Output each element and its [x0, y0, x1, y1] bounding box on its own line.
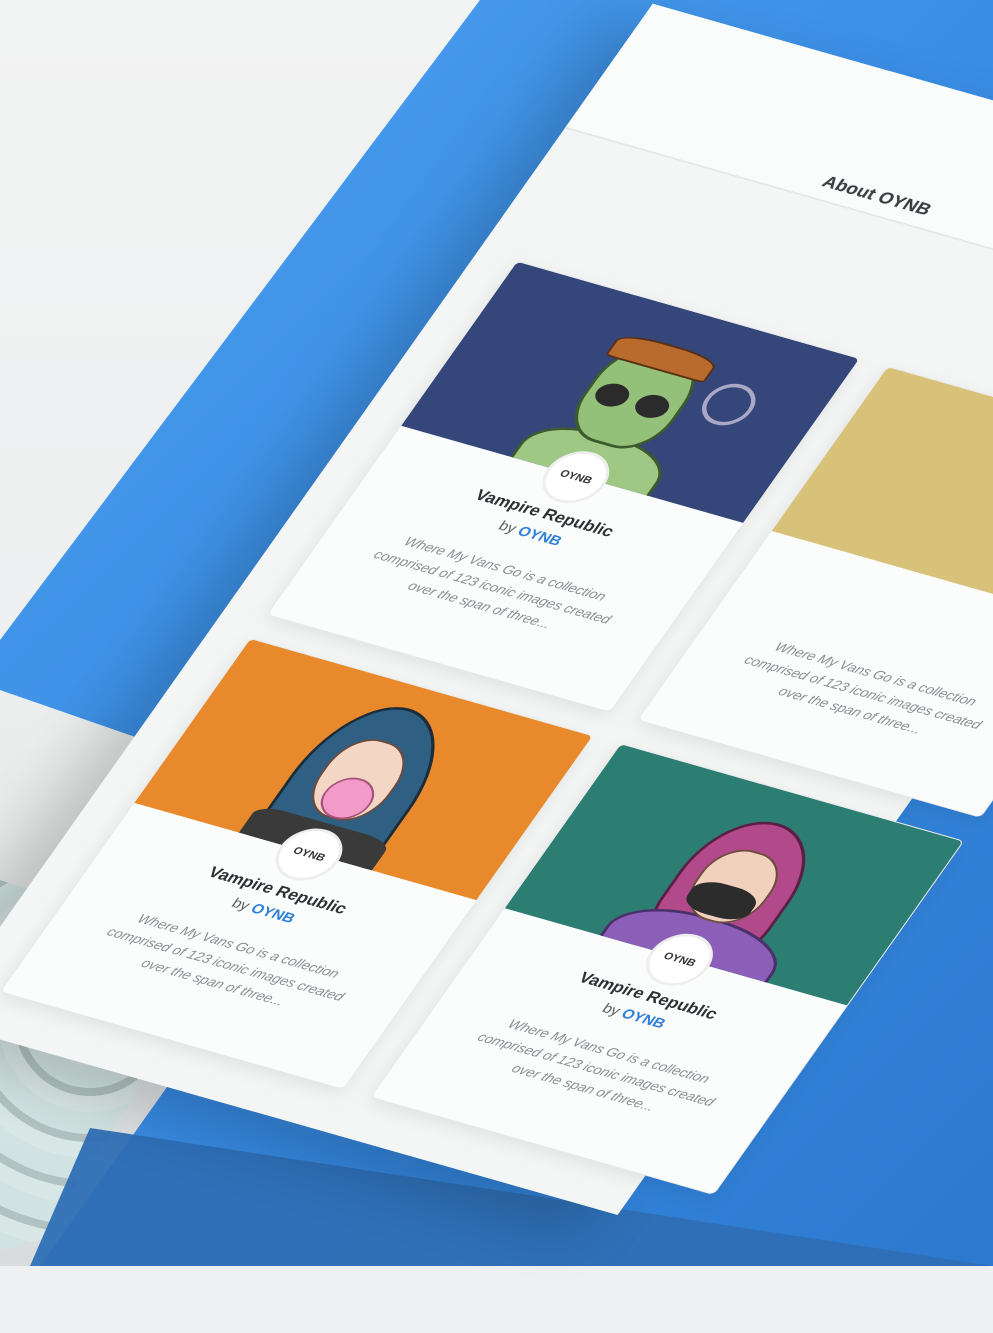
nft-card-description: Where My Vans Go is a collection compris… — [741, 639, 986, 737]
alien-icon — [489, 262, 859, 523]
nav-about-link[interactable]: About OYNB — [818, 172, 936, 219]
